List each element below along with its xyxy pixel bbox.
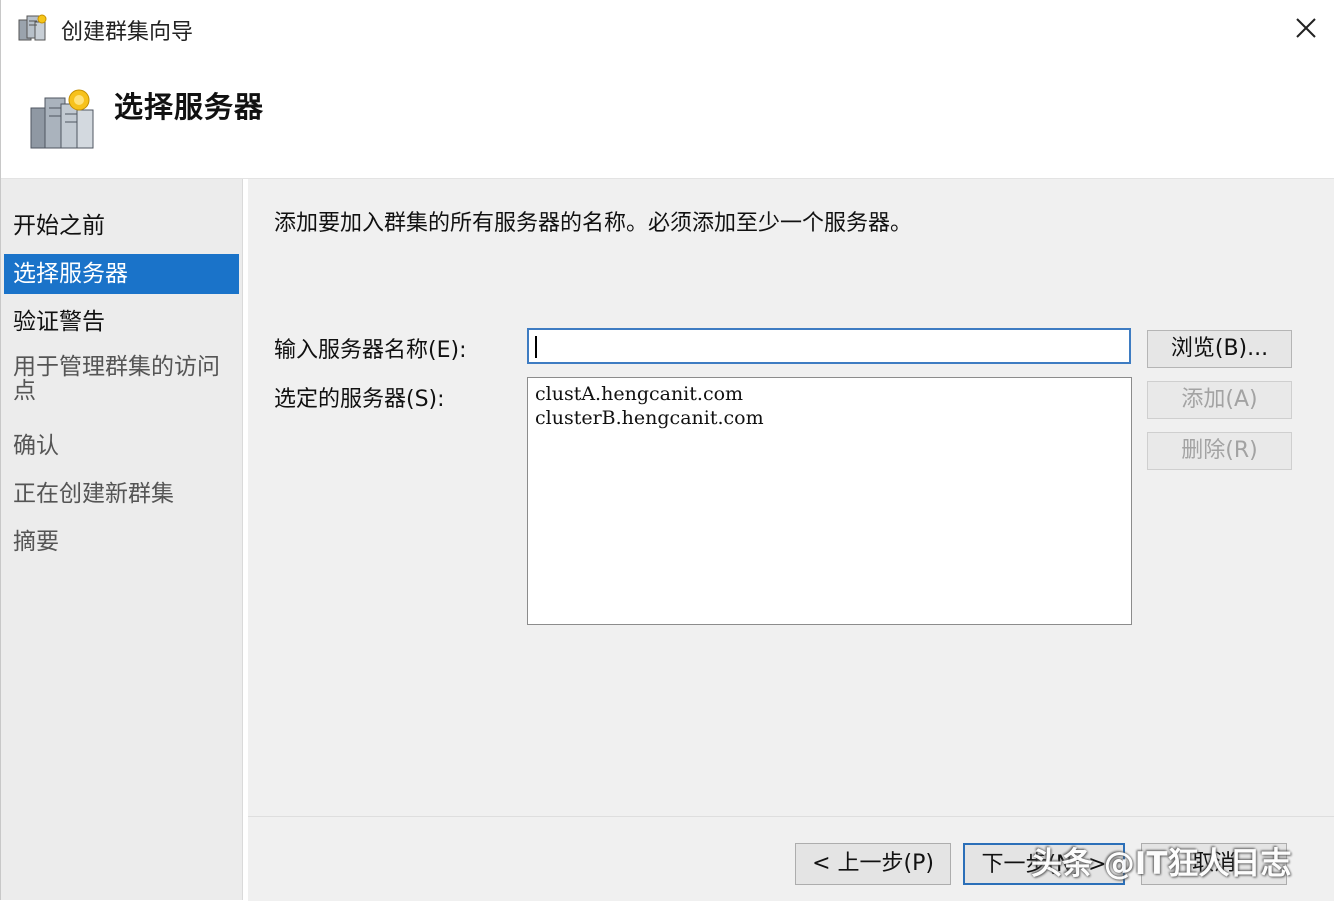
- add-button[interactable]: 添加(A): [1147, 381, 1292, 419]
- remove-button[interactable]: 删除(R): [1147, 432, 1292, 470]
- text-caret: [535, 336, 537, 358]
- nav-step-confirmation: 确认: [13, 433, 59, 459]
- nav-step-access-point: 用于管理群集的访问点: [13, 354, 220, 404]
- list-item[interactable]: clustA.hengcanit.com: [535, 382, 1124, 406]
- server-name-label: 输入服务器名称(E):: [274, 338, 467, 363]
- nav-step-summary: 摘要: [13, 529, 59, 555]
- create-cluster-wizard-window: 创建群集向导 选择服务器 开始之前 选择服务器 验证警告 用于管理群集的访问点 …: [0, 0, 1334, 901]
- window-title: 创建群集向导: [61, 20, 194, 45]
- cluster-wizard-icon: [18, 14, 47, 41]
- title-bar: 创建群集向导: [1, 0, 1334, 56]
- close-button[interactable]: [1283, 6, 1329, 50]
- nav-step-before-you-begin[interactable]: 开始之前: [4, 206, 239, 246]
- instruction-text: 添加要加入群集的所有服务器的名称。必须添加至少一个服务器。: [274, 211, 913, 236]
- selected-servers-list[interactable]: clustA.hengcanit.com clusterB.hengcanit.…: [527, 377, 1132, 625]
- server-name-input[interactable]: [527, 328, 1131, 364]
- back-button[interactable]: < 上一步(P): [795, 843, 951, 885]
- watermark-text: 头条 @IT狂人日志: [1031, 846, 1292, 882]
- wizard-content: 添加要加入群集的所有服务器的名称。必须添加至少一个服务器。 输入服务器名称(E)…: [248, 179, 1334, 816]
- selected-servers-label: 选定的服务器(S):: [274, 387, 445, 412]
- close-icon: [1296, 18, 1316, 38]
- nav-step-creating-cluster: 正在创建新群集: [13, 481, 174, 507]
- nav-step-validation-warning[interactable]: 验证警告: [4, 302, 239, 342]
- wizard-steps-nav: 开始之前 选择服务器 验证警告 用于管理群集的访问点 确认 正在创建新群集 摘要: [1, 179, 243, 900]
- server-cluster-icon: [30, 89, 94, 149]
- list-item[interactable]: clusterB.hengcanit.com: [535, 406, 1124, 430]
- wizard-header: 选择服务器: [1, 56, 1334, 179]
- nav-step-select-servers[interactable]: 选择服务器: [4, 254, 239, 294]
- page-title: 选择服务器: [114, 90, 265, 124]
- browse-button[interactable]: 浏览(B)...: [1147, 330, 1292, 368]
